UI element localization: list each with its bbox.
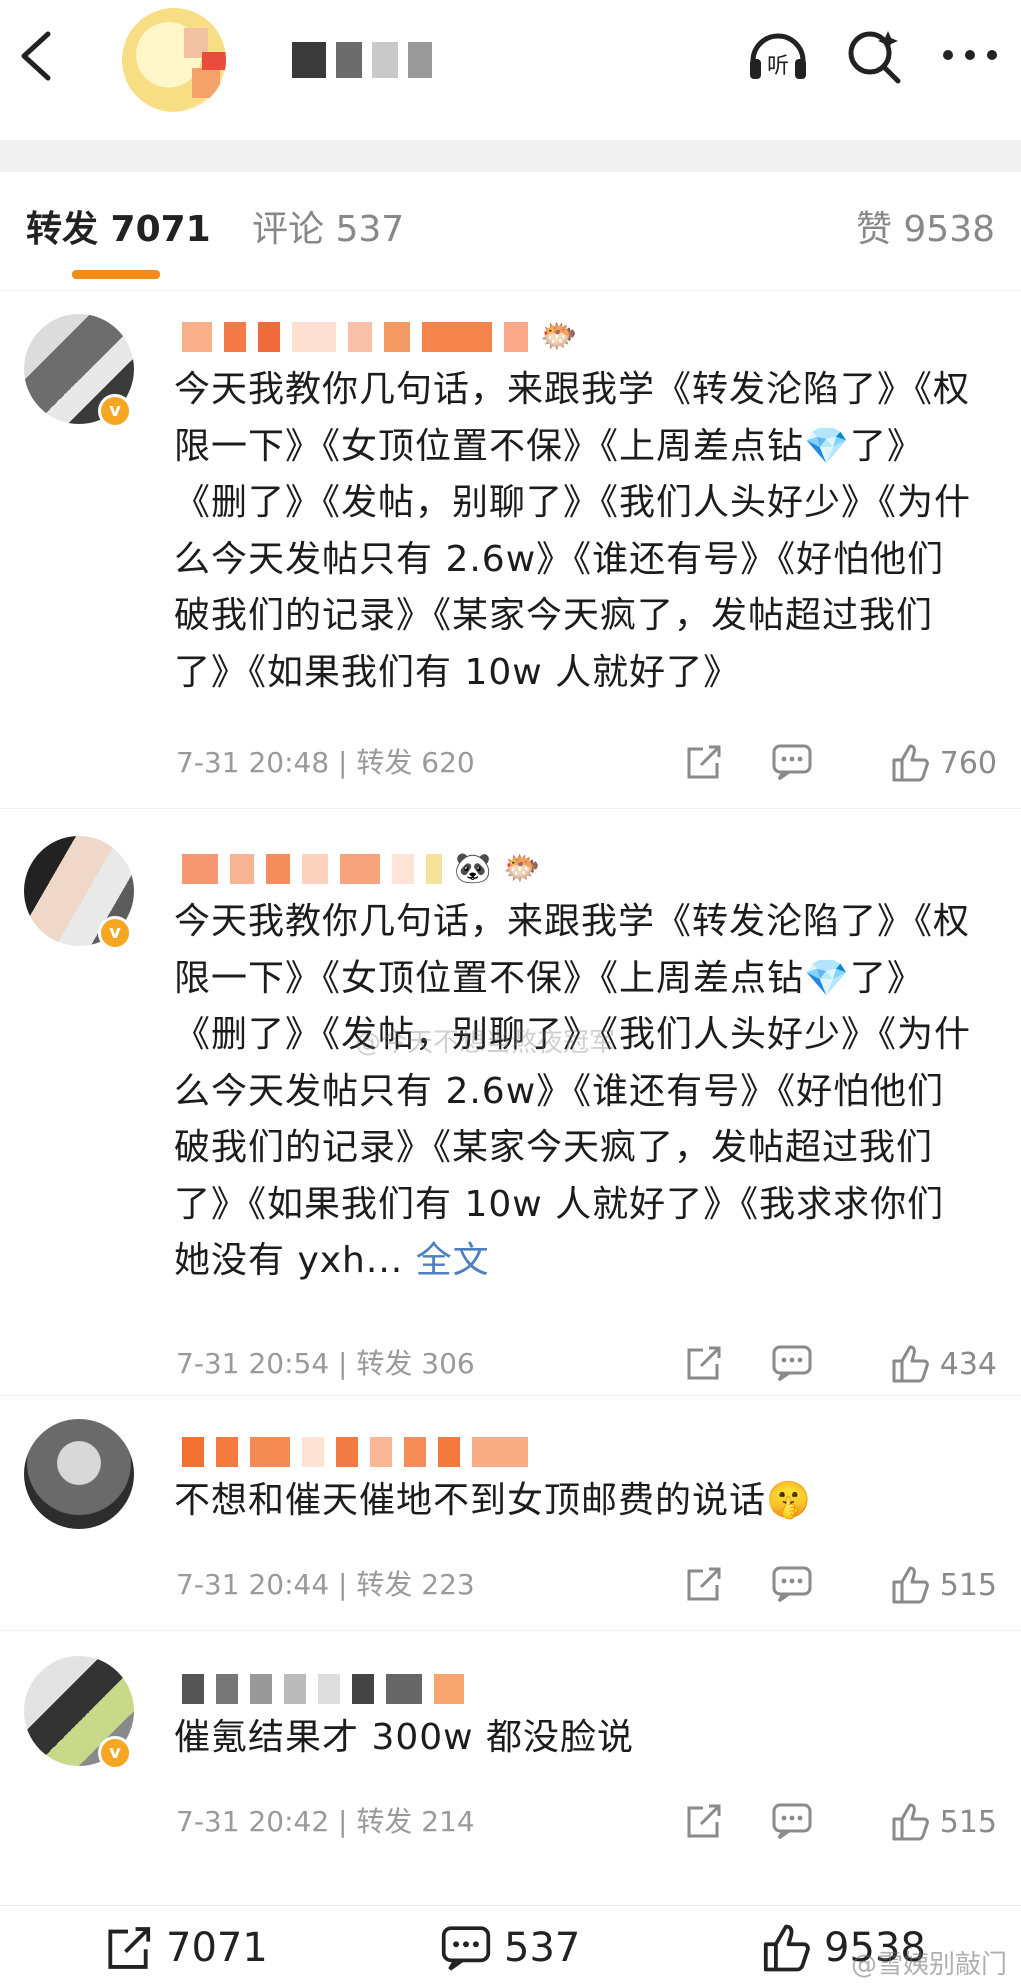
action-row: 515 [667,1561,997,1609]
like-count: 434 [939,1346,997,1382]
comment-icon [772,744,812,781]
back-button[interactable] [14,28,58,84]
repost-text: 催氪结果才 300w 都没脸说 [174,1717,635,1758]
search-icon [848,31,901,84]
author-name-redacted [292,42,432,78]
divider [0,1630,1021,1631]
action-row: 515 [667,1798,997,1846]
watermark-text: @今天不想当熬夜冠军 [355,1028,616,1058]
read-more-link[interactable]: 全文 [416,1240,490,1281]
listen-button[interactable]: 听 [745,22,811,88]
verified-badge-icon: v [98,916,132,950]
watermark-text: @雪姨别敲门 [850,1950,1007,1980]
panda-icon: 🐼 [454,851,492,886]
repost-meta: 7-31 20:44 | 转发 223 [176,1568,475,1601]
tab-comment[interactable]: 评论 537 [252,200,404,260]
username-redacted[interactable]: 🐼 🐡 [182,852,541,886]
listen-icon: 听 [750,33,806,79]
share-button[interactable] [683,1344,727,1384]
comment-button[interactable] [771,1802,815,1842]
back-icon [21,31,51,81]
active-tab-indicator [72,270,160,279]
divider [0,1395,1021,1396]
repost-meta: 7-31 20:48 | 转发 620 [176,746,475,779]
verified-badge-icon: v [98,1736,132,1770]
listen-label: 听 [767,54,789,79]
author-avatar[interactable] [122,8,226,112]
fish-icon: 🐡 [540,319,578,354]
tab-like[interactable]: 赞 9538 [856,200,995,260]
avatar[interactable] [24,1419,134,1529]
share-icon [108,1927,151,1969]
comment-icon [772,1345,812,1382]
like-button[interactable]: 434 [890,1345,997,1383]
fish-icon: 🐡 [503,851,541,886]
share-icon [687,1804,721,1838]
repost-meta: 7-31 20:42 | 转发 214 [176,1805,475,1838]
share-button[interactable] [683,1802,727,1842]
section-gap [0,140,1021,172]
username-redacted[interactable]: 🐡 [182,320,577,354]
divider [0,808,1021,809]
more-icon [943,50,997,60]
share-icon [687,1567,721,1601]
username-redacted[interactable] [182,1672,464,1706]
share-icon [687,745,721,779]
bottom-comment-count: 537 [504,1925,581,1971]
like-button[interactable]: 515 [890,1803,997,1841]
thumbs-up-icon [892,1566,929,1604]
repost-text-body: 今天我教你几句话，来跟我学《转发沦陷了》《权限一下》《女顶位置不保》《上周差点钻… [174,901,972,1281]
tab-bar: 转发 7071 评论 537 赞 9538 [0,200,1021,280]
search-button[interactable] [841,22,907,88]
top-bar: 听 [0,0,1021,115]
bottom-comment-button[interactable]: 537 [440,1924,580,1972]
repost-item: v 🐡 今天我教你几句话，来跟我学《转发沦陷了》《权限一下》《女顶位置不保》《上… [0,310,1021,800]
like-button[interactable]: 515 [890,1566,997,1604]
like-count: 760 [939,745,997,781]
share-button[interactable] [683,1565,727,1605]
verified-badge-icon: v [98,394,132,428]
thumbs-up-icon [763,1924,810,1972]
like-count: 515 [939,1804,997,1840]
repost-item: v 催氪结果才 300w 都没脸说 7-31 20:42 | 转发 214 51… [0,1652,1021,1872]
divider [0,290,1021,291]
thumbs-up-icon [892,1345,929,1383]
comment-button[interactable] [771,1344,815,1384]
username-redacted[interactable] [182,1435,528,1469]
comment-button[interactable] [771,1565,815,1605]
more-button[interactable] [937,22,1003,88]
repost-item: v 🐼 🐡 今天我教你几句话，来跟我学《转发沦陷了》《权限一下》《女顶位置不保》… [0,832,1021,1392]
comment-icon [772,1566,812,1603]
comment-button[interactable] [771,743,815,783]
action-row: 760 [667,739,997,787]
action-row: 434 [667,1340,997,1388]
comment-icon [772,1803,812,1840]
repost-text: 今天我教你几句话，来跟我学《转发沦陷了》《权限一下》《女顶位置不保》《上周差点钻… [174,369,972,693]
repost-text: 今天我教你几句话，来跟我学《转发沦陷了》《权限一下》《女顶位置不保》《上周差点钻… [174,894,974,1290]
bottom-repost-count: 7071 [166,1925,268,1971]
repost-text: 不想和催天催地不到女顶邮费的说话🤫 [174,1480,812,1521]
repost-meta: 7-31 20:54 | 转发 306 [176,1347,475,1380]
like-count: 515 [939,1567,997,1603]
bottom-repost-button[interactable]: 7071 [102,1924,268,1972]
tab-repost[interactable]: 转发 7071 [26,200,211,260]
thumbs-up-icon [892,744,929,782]
repost-item: 不想和催天催地不到女顶邮费的说话🤫 7-31 20:44 | 转发 223 51… [0,1415,1021,1635]
like-button[interactable]: 760 [890,744,997,782]
share-icon [687,1346,721,1380]
share-button[interactable] [683,743,727,783]
comment-icon [441,1926,491,1971]
thumbs-up-icon [892,1803,929,1841]
